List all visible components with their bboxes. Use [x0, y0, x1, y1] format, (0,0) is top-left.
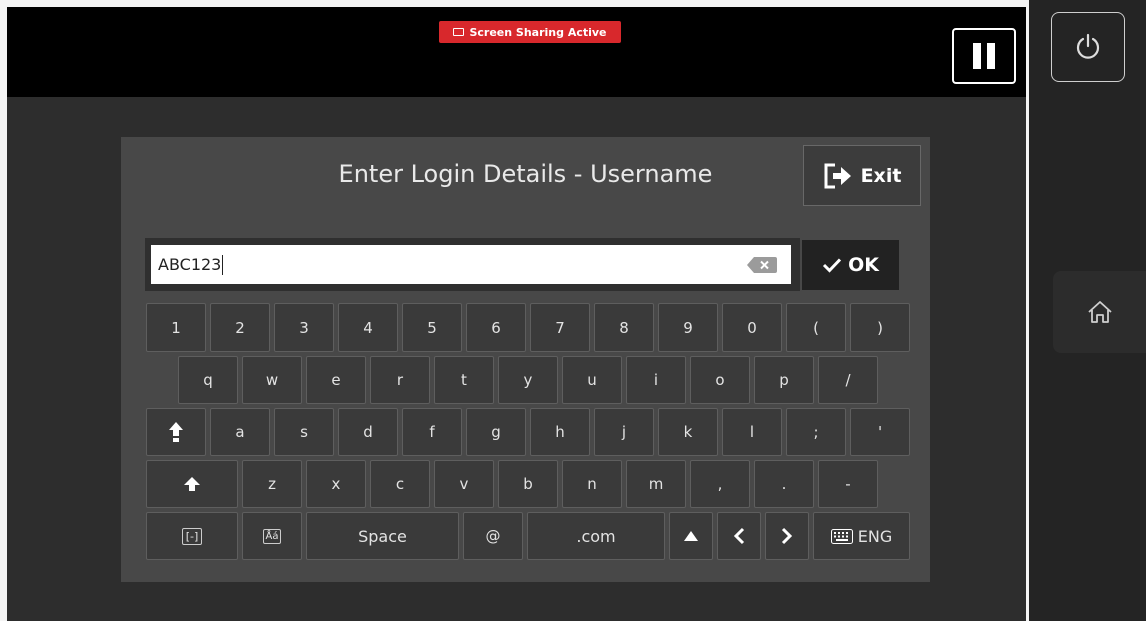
- home-icon: [1087, 301, 1112, 323]
- key-5[interactable]: 5: [402, 303, 462, 352]
- key-7[interactable]: 7: [530, 303, 590, 352]
- exit-icon: [824, 163, 851, 188]
- caps-lock-key[interactable]: [146, 408, 206, 456]
- key-apostrophe[interactable]: ': [850, 408, 910, 456]
- dotcom-key[interactable]: .com: [527, 512, 665, 560]
- key-at[interactable]: @: [463, 512, 523, 560]
- key-close-paren[interactable]: ): [850, 303, 910, 352]
- key-h[interactable]: h: [530, 408, 590, 456]
- key-p[interactable]: p: [754, 356, 814, 404]
- key-o[interactable]: o: [690, 356, 750, 404]
- symbols-key[interactable]: [-]: [146, 512, 238, 560]
- key-w[interactable]: w: [242, 356, 302, 404]
- key-comma[interactable]: ,: [690, 460, 750, 508]
- key-z[interactable]: z: [242, 460, 302, 508]
- exit-label: Exit: [860, 164, 902, 187]
- key-x[interactable]: x: [306, 460, 366, 508]
- key-t[interactable]: t: [434, 356, 494, 404]
- top-bar: Screen Sharing Active: [7, 7, 1026, 97]
- key-n[interactable]: n: [562, 460, 622, 508]
- key-v[interactable]: v: [434, 460, 494, 508]
- home-button[interactable]: [1053, 271, 1146, 353]
- key-hyphen[interactable]: -: [818, 460, 878, 508]
- shift-arrow-icon: [184, 477, 200, 491]
- arrow-up-key[interactable]: [669, 512, 713, 560]
- backspace-clear-icon[interactable]: [747, 257, 777, 273]
- chevron-right-icon: [781, 527, 793, 545]
- language-key[interactable]: ENG: [813, 512, 910, 560]
- key-j[interactable]: j: [594, 408, 654, 456]
- chevron-left-icon: [733, 527, 745, 545]
- key-d[interactable]: d: [338, 408, 398, 456]
- side-panel: [1029, 0, 1146, 621]
- key-semicolon[interactable]: ;: [786, 408, 846, 456]
- accents-key[interactable]: Åá: [242, 512, 302, 560]
- key-k[interactable]: k: [658, 408, 718, 456]
- power-icon: [1076, 33, 1100, 59]
- key-i[interactable]: i: [626, 356, 686, 404]
- key-b[interactable]: b: [498, 460, 558, 508]
- power-button[interactable]: [1051, 12, 1125, 82]
- key-open-paren[interactable]: (: [786, 303, 846, 352]
- key-s[interactable]: s: [274, 408, 334, 456]
- key-r[interactable]: r: [370, 356, 430, 404]
- exit-button[interactable]: Exit: [803, 145, 921, 206]
- key-q[interactable]: q: [178, 356, 238, 404]
- key-4[interactable]: 4: [338, 303, 398, 352]
- screen-sharing-badge: Screen Sharing Active: [439, 21, 621, 43]
- ok-label: OK: [848, 254, 879, 276]
- key-slash[interactable]: /: [818, 356, 878, 404]
- key-1[interactable]: 1: [146, 303, 206, 352]
- ok-button[interactable]: OK: [802, 240, 899, 290]
- check-icon: [823, 258, 842, 273]
- username-value: ABC123: [158, 255, 222, 274]
- username-field-container: ABC123: [145, 238, 800, 291]
- space-key[interactable]: Space: [306, 512, 459, 560]
- key-e[interactable]: e: [306, 356, 366, 404]
- pause-button[interactable]: [952, 28, 1016, 84]
- arrow-right-key[interactable]: [765, 512, 809, 560]
- username-input[interactable]: ABC123: [151, 245, 791, 284]
- shift-key[interactable]: [146, 460, 238, 508]
- key-3[interactable]: 3: [274, 303, 334, 352]
- key-8[interactable]: 8: [594, 303, 654, 352]
- key-c[interactable]: c: [370, 460, 430, 508]
- key-y[interactable]: y: [498, 356, 558, 404]
- login-dialog: Enter Login Details - Username Exit ABC1…: [121, 137, 930, 582]
- key-period[interactable]: .: [754, 460, 814, 508]
- arrow-left-key[interactable]: [717, 512, 761, 560]
- pause-icon: [973, 43, 981, 69]
- key-g[interactable]: g: [466, 408, 526, 456]
- key-0[interactable]: 0: [722, 303, 782, 352]
- screen-sharing-label: Screen Sharing Active: [469, 25, 607, 39]
- key-l[interactable]: l: [722, 408, 782, 456]
- key-6[interactable]: 6: [466, 303, 526, 352]
- text-caret: [222, 254, 224, 275]
- screen-share-icon: [453, 28, 465, 36]
- key-f[interactable]: f: [402, 408, 462, 456]
- key-u[interactable]: u: [562, 356, 622, 404]
- keyboard-icon: [830, 528, 853, 544]
- key-2[interactable]: 2: [210, 303, 270, 352]
- device-screen: Screen Sharing Active Enter Login Detail…: [7, 7, 1026, 621]
- key-9[interactable]: 9: [658, 303, 718, 352]
- caps-lock-icon: [169, 422, 183, 442]
- key-a[interactable]: a: [210, 408, 270, 456]
- key-m[interactable]: m: [626, 460, 686, 508]
- triangle-up-icon: [684, 531, 698, 541]
